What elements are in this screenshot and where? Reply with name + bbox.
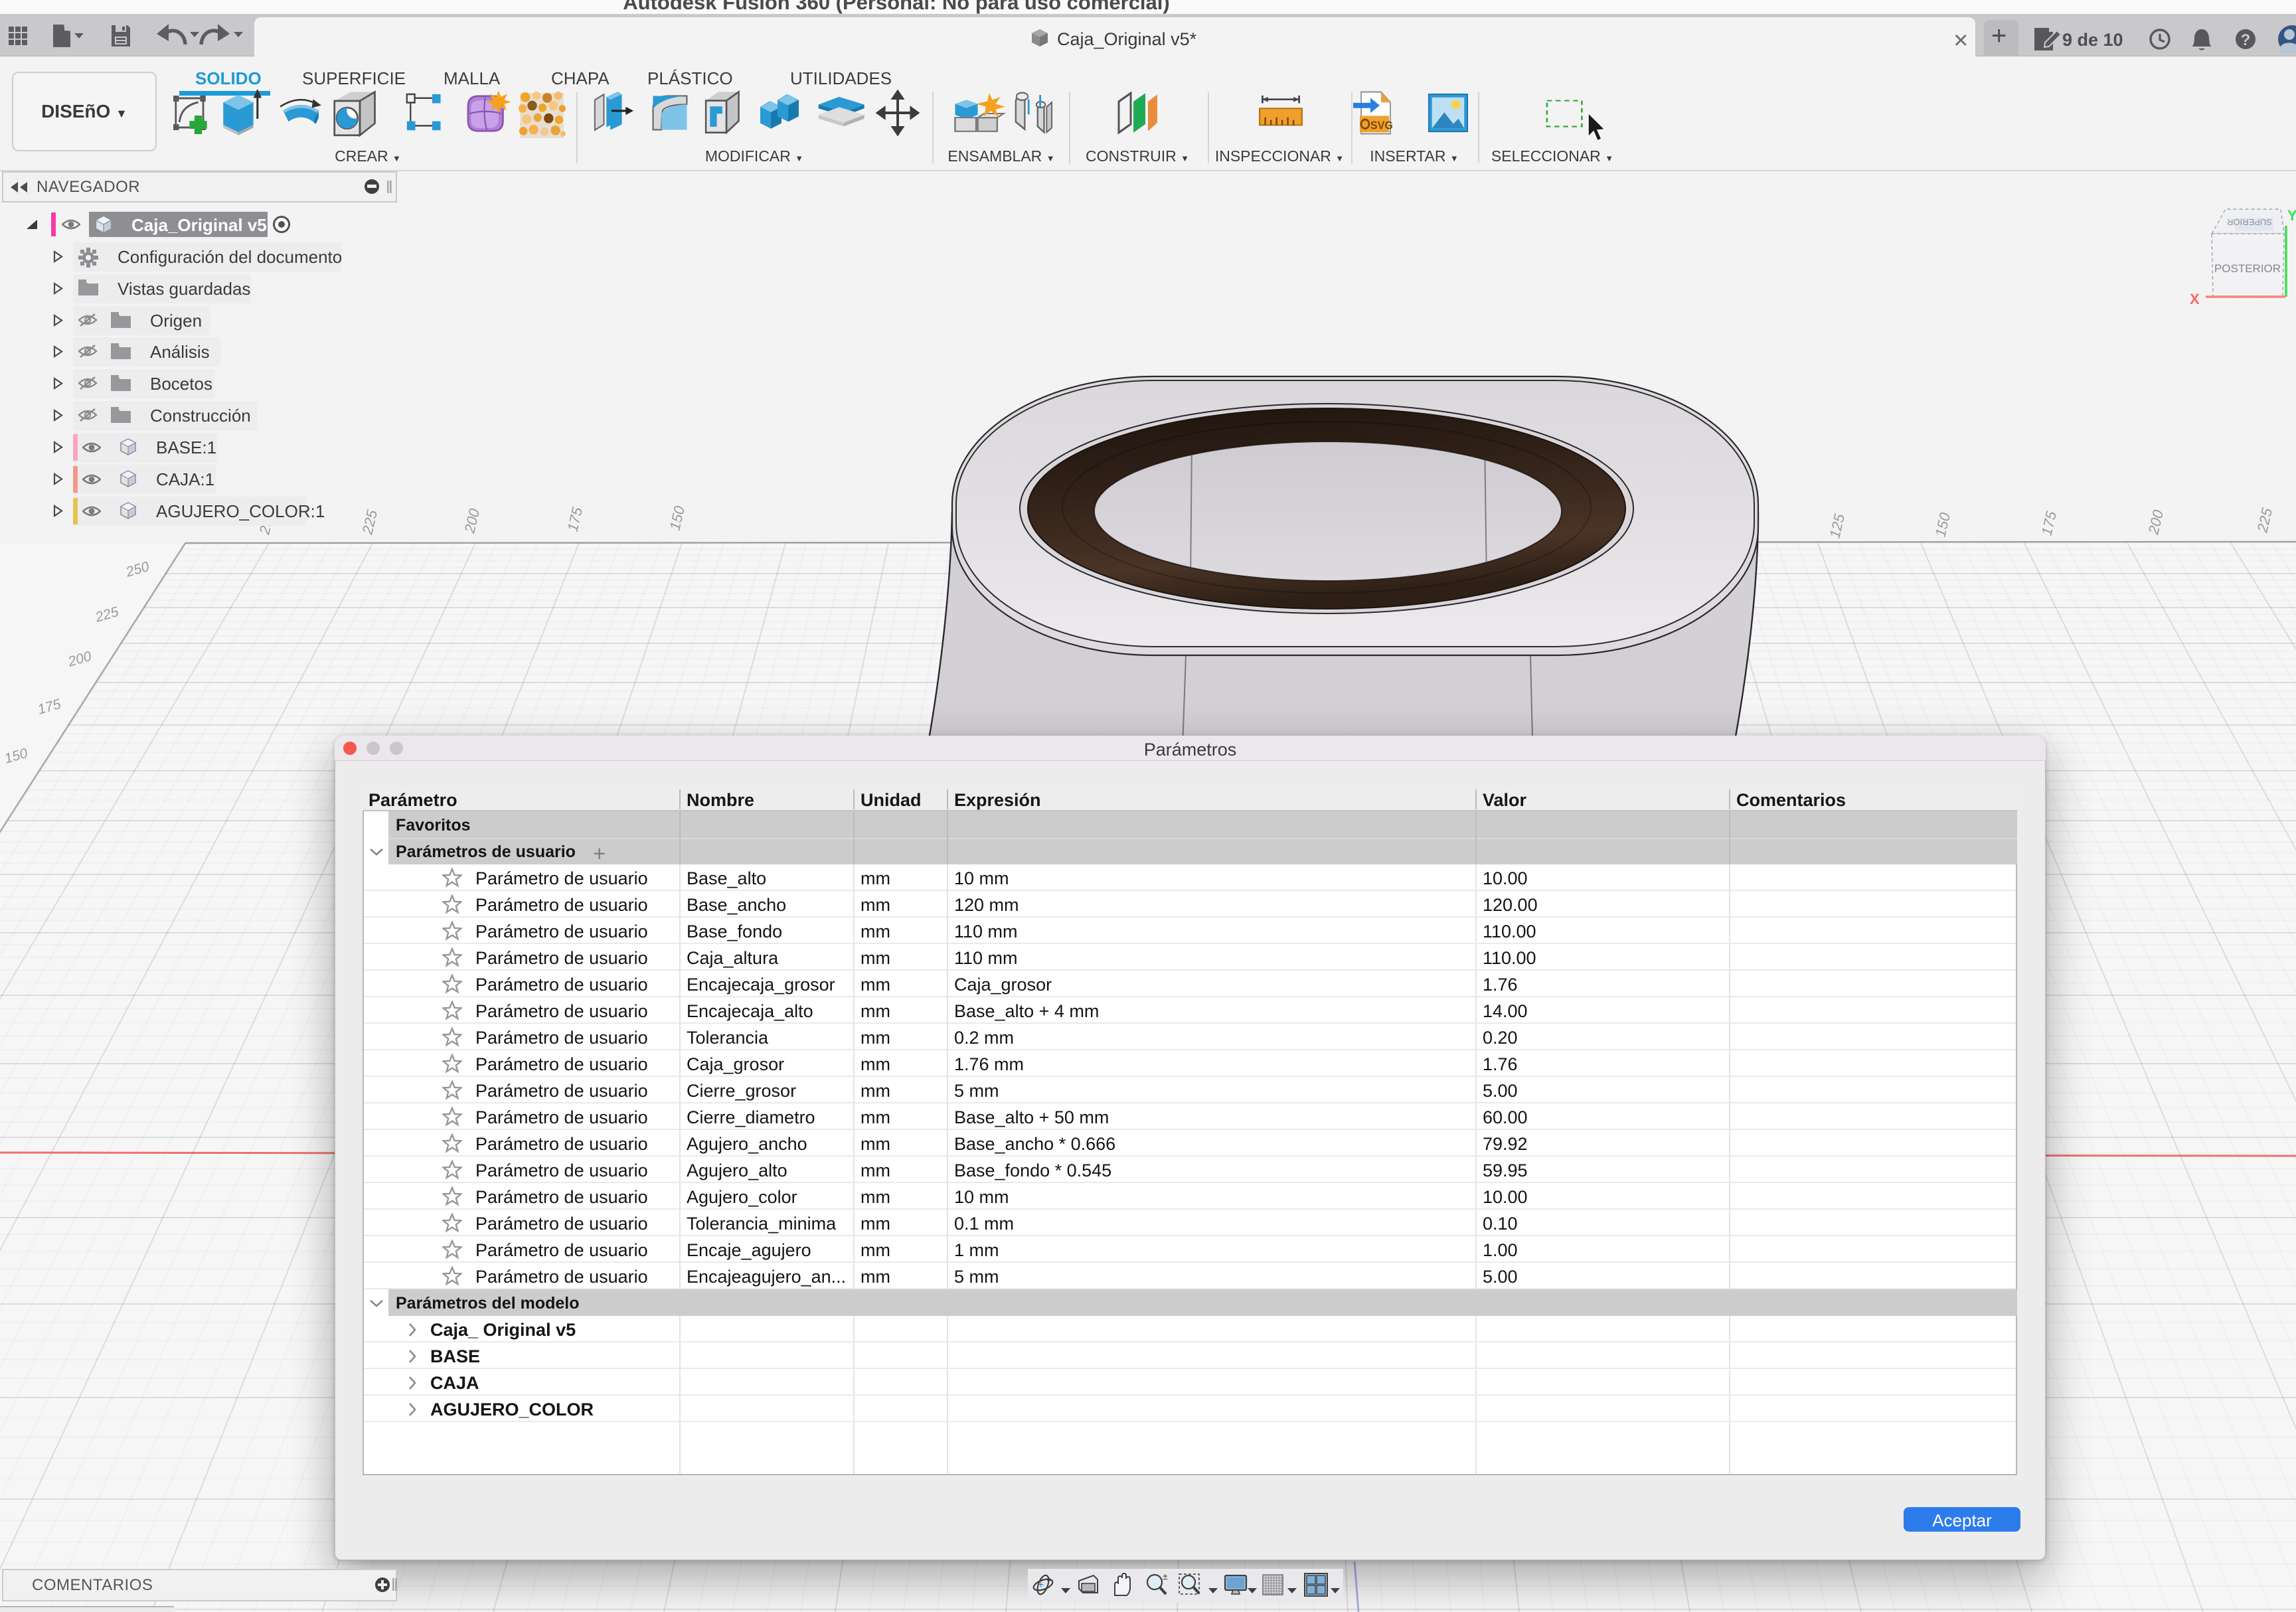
svg-text:±: ± bbox=[1163, 1571, 1168, 1581]
svg-text:+: + bbox=[1038, 1579, 1044, 1591]
